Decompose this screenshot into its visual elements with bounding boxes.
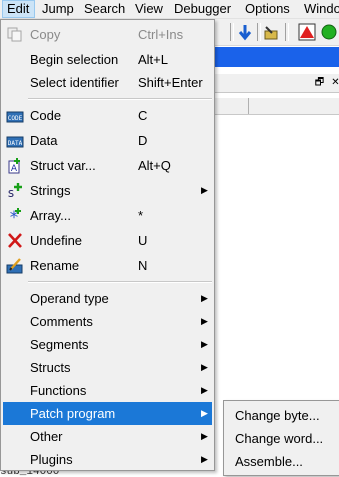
submenu-arrow-icon: ▶: [201, 454, 208, 464]
menu-item-segments[interactable]: Segments ▶: [3, 333, 212, 356]
submenu-item-assemble[interactable]: Assemble...: [226, 450, 338, 473]
menu-item-shortcut: U: [138, 233, 148, 248]
menu-item-label: Functions: [30, 383, 87, 398]
menu-item-label: Comments: [30, 314, 93, 329]
array-icon: *: [6, 207, 24, 228]
column-header: [215, 98, 339, 115]
menu-item-undefine[interactable]: Undefine U: [3, 229, 212, 252]
toolbar: [215, 19, 339, 46]
strings-icon: s: [6, 182, 24, 200]
menu-edit[interactable]: Edit: [2, 0, 35, 18]
edit-menu: Copy Ctrl+Ins Begin selection Alt+L Sele…: [0, 19, 215, 471]
submenu-item-label: Change word...: [235, 431, 324, 446]
menu-options[interactable]: Options: [241, 0, 294, 18]
svg-text:CODE: CODE: [8, 115, 23, 122]
menu-item-label: Struct var...: [30, 158, 96, 173]
menu-item-label: Begin selection: [30, 52, 119, 67]
menu-item-label: Rename: [30, 258, 80, 273]
menu-item-comments[interactable]: Comments ▶: [3, 310, 212, 333]
submenu-arrow-icon: ▶: [201, 431, 208, 441]
submenu-arrow-icon: ▶: [201, 185, 208, 195]
svg-text:DATA: DATA: [8, 140, 23, 147]
float-window-icon[interactable]: 🗗: [313, 76, 326, 89]
menu-item-label: Operand type: [30, 291, 109, 306]
menu-item-label: Select identifier: [30, 75, 119, 90]
submenu-arrow-icon: ▶: [201, 408, 208, 418]
svg-text:s: s: [8, 186, 14, 199]
menu-window[interactable]: Windo: [300, 0, 339, 18]
toolbar-separator: [230, 23, 234, 41]
arrow-down-icon[interactable]: [236, 23, 254, 41]
menu-item-begin-selection[interactable]: Begin selection Alt+L: [3, 48, 212, 71]
menu-item-patch-program[interactable]: Patch program ▶: [3, 402, 212, 425]
menu-separator: [28, 98, 212, 100]
menu-item-array[interactable]: * Array... *: [3, 204, 212, 228]
menu-item-structs[interactable]: Structs ▶: [3, 356, 212, 379]
undefine-icon: [6, 232, 24, 249]
submenu-item-label: Change byte...: [235, 408, 320, 423]
menu-item-shortcut: N: [138, 258, 148, 273]
menu-item-shortcut: Ctrl+Ins: [138, 27, 184, 42]
warning-icon[interactable]: [298, 23, 316, 41]
menu-item-struct-var[interactable]: A Struct var... Alt+Q: [3, 154, 212, 177]
menu-item-label: Undefine: [30, 233, 83, 248]
data-icon: DATA: [6, 132, 24, 149]
menu-item-strings[interactable]: s Strings ▶: [3, 179, 212, 202]
menu-item-rename[interactable]: Rename N: [3, 254, 212, 277]
toolbar-separator: [257, 23, 261, 41]
menu-jump[interactable]: Jump: [38, 0, 78, 18]
menu-item-label: Data: [30, 133, 58, 148]
menu-item-other[interactable]: Other ▶: [3, 425, 212, 448]
menu-bar: Edit Jump Search View Debugger Options W…: [0, 0, 339, 19]
submenu-item-change-byte[interactable]: Change byte...: [226, 404, 338, 427]
run-icon[interactable]: [320, 23, 338, 41]
menu-item-label: Other: [30, 429, 63, 444]
menu-debugger[interactable]: Debugger: [170, 0, 235, 18]
submenu-arrow-icon: ▶: [201, 362, 208, 372]
menu-item-label: Array...: [30, 208, 71, 223]
column-divider[interactable]: [248, 98, 249, 114]
submenu-item-change-word[interactable]: Change word...: [226, 427, 338, 450]
copy-icon: [6, 26, 24, 43]
menu-item-code[interactable]: CODE Code C: [3, 104, 212, 127]
submenu-arrow-icon: ▶: [201, 293, 208, 303]
menu-item-label: Segments: [30, 337, 89, 352]
svg-text:A: A: [11, 164, 18, 174]
menu-item-shortcut: D: [138, 133, 148, 148]
code-icon: CODE: [6, 107, 24, 124]
submenu-item-label: Assemble...: [235, 454, 303, 469]
close-icon[interactable]: ✕: [329, 76, 339, 89]
menu-item-copy[interactable]: Copy Ctrl+Ins: [3, 23, 212, 46]
menu-item-select-identifier[interactable]: Select identifier Shift+Enter: [3, 71, 212, 94]
menu-item-shortcut: C: [138, 108, 148, 123]
menu-item-label: Code: [30, 108, 62, 123]
menu-item-shortcut: Alt+L: [138, 52, 168, 67]
menu-item-shortcut: *: [138, 208, 144, 223]
menu-item-operand-type[interactable]: Operand type ▶: [3, 287, 212, 310]
patch-program-submenu: Change byte... Change word... Assemble..…: [223, 400, 339, 476]
menu-item-plugins[interactable]: Plugins ▶: [3, 448, 212, 471]
menu-view[interactable]: View: [131, 0, 167, 18]
panel-title-bar: 🗗 ✕: [215, 74, 339, 93]
menu-item-label: Patch program: [30, 406, 116, 421]
toolbar-separator: [285, 23, 289, 41]
menu-separator: [28, 281, 212, 283]
menu-item-label: Plugins: [30, 452, 73, 467]
menu-search[interactable]: Search: [80, 0, 129, 18]
submenu-arrow-icon: ▶: [201, 385, 208, 395]
menu-item-shortcut: Alt+Q: [138, 158, 171, 173]
menu-item-label: Strings: [30, 183, 71, 198]
menu-item-shortcut: Shift+Enter: [138, 75, 203, 90]
menu-item-label: Copy: [30, 27, 61, 42]
submenu-arrow-icon: ▶: [201, 339, 208, 349]
breakpoint-icon[interactable]: [262, 23, 280, 41]
rename-icon: [6, 257, 24, 274]
menu-item-label: Structs: [30, 360, 71, 375]
menu-item-functions[interactable]: Functions ▶: [3, 379, 212, 402]
menu-item-data[interactable]: DATA Data D: [3, 129, 212, 152]
submenu-arrow-icon: ▶: [201, 316, 208, 326]
navigation-band[interactable]: [215, 47, 339, 67]
struct-var-icon: A: [6, 157, 24, 174]
